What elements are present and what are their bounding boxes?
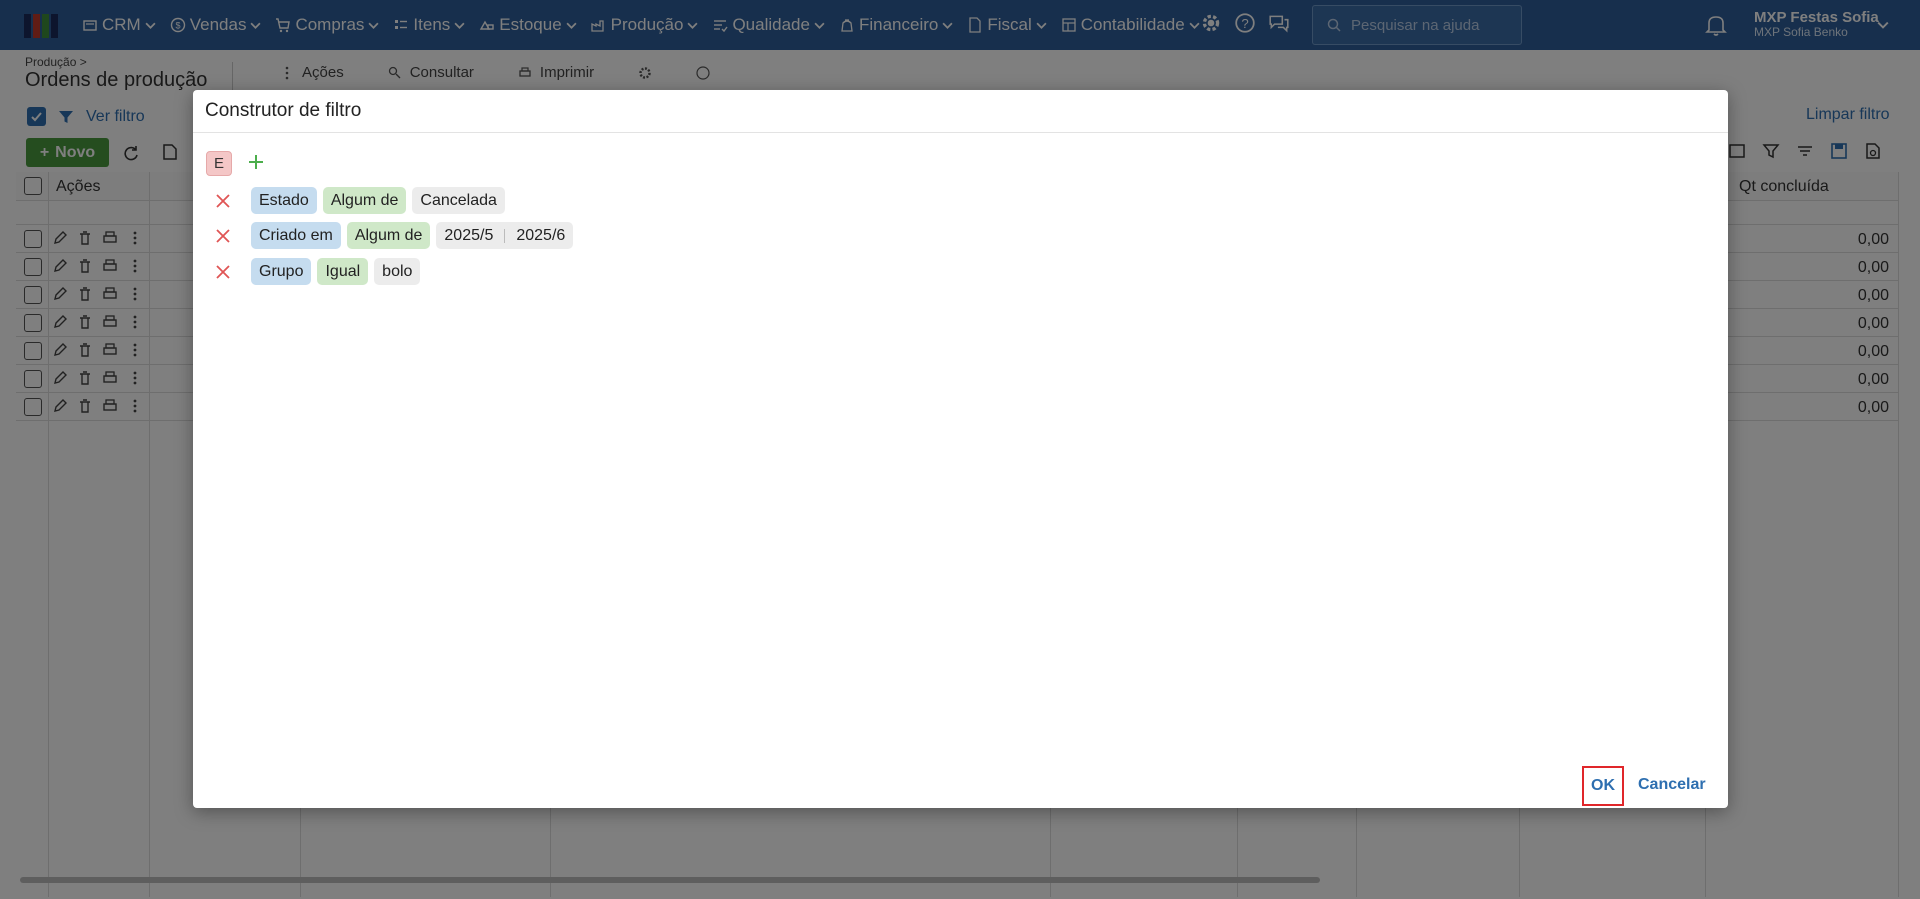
close-icon	[216, 264, 230, 279]
close-icon	[216, 193, 230, 208]
filter-condition: Criado em Algum de 2025/5 2025/6	[213, 222, 574, 249]
remove-condition-button[interactable]	[213, 226, 233, 246]
cancel-button[interactable]: Cancelar	[1638, 776, 1706, 794]
condition-value[interactable]: 2025/5 2025/6	[436, 222, 574, 249]
remove-condition-button[interactable]	[213, 191, 233, 211]
remove-condition-button[interactable]	[213, 262, 233, 282]
condition-operator[interactable]: Igual	[317, 258, 369, 285]
close-icon	[216, 228, 230, 243]
value-item: Cancelada	[420, 191, 497, 209]
condition-field[interactable]: Estado	[251, 187, 317, 214]
condition-field[interactable]: Grupo	[251, 258, 312, 285]
value-item: bolo	[382, 262, 413, 280]
group-operator-chip[interactable]: E	[206, 151, 232, 176]
condition-operator[interactable]: Algum de	[322, 187, 407, 214]
divider	[193, 132, 1728, 133]
value-item: 2025/5	[444, 226, 494, 244]
filter-condition: Grupo Igual bolo	[213, 258, 421, 285]
plus-icon[interactable]	[247, 153, 265, 171]
condition-value[interactable]: Cancelada	[412, 187, 505, 214]
dialog-title: Construtor de filtro	[205, 100, 362, 121]
filter-condition: Estado Algum de Cancelada	[213, 187, 505, 214]
ok-button[interactable]: OK	[1582, 766, 1624, 806]
value-item: 2025/6	[516, 226, 566, 244]
condition-value[interactable]: bolo	[374, 258, 421, 285]
divider	[504, 228, 506, 243]
filter-builder-dialog: Construtor de filtro E Estado Algum de C…	[193, 90, 1728, 808]
condition-field[interactable]: Criado em	[251, 222, 341, 249]
condition-operator[interactable]: Algum de	[346, 222, 431, 249]
